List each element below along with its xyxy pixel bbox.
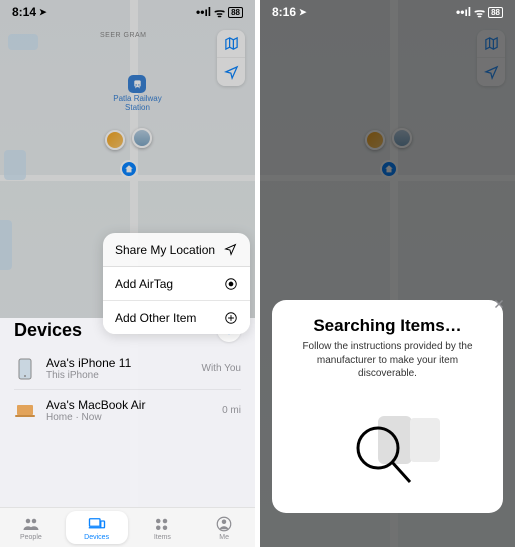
tab-bar: People Devices Items Me	[0, 507, 255, 547]
cellular-icon: ••ıl	[196, 5, 211, 19]
device-name: Ava's MacBook Air	[46, 398, 212, 412]
device-meta: 0 mi	[222, 405, 241, 416]
devices-sheet[interactable]: Devices Ava's iPhone 11 This iPhone With…	[0, 318, 255, 507]
me-icon	[215, 515, 233, 533]
modal-title: Searching Items…	[290, 316, 485, 336]
right-screenshot: 8:16 ➤ ••ıl ᯤ 88 Searching Items… Follow…	[260, 0, 515, 547]
left-screenshot: SEER GRAM Patla Railway Station 8:14 ➤ •…	[0, 0, 255, 547]
magnifying-glass-icon	[352, 422, 416, 491]
items-icon	[153, 515, 171, 533]
close-modal-button[interactable]	[489, 294, 509, 314]
battery-icon: 88	[228, 7, 243, 18]
share-location-label: Share My Location	[115, 243, 215, 257]
macbook-thumb-icon	[14, 400, 36, 422]
status-time: 8:16	[272, 5, 296, 19]
share-location-row[interactable]: Share My Location	[103, 233, 250, 267]
wifi-icon: ᯤ	[214, 4, 225, 21]
device-row-macbook[interactable]: Ava's MacBook Air Home · Now 0 mi	[14, 390, 241, 431]
devices-icon	[88, 515, 106, 533]
tab-people[interactable]: People	[0, 508, 62, 547]
location-icon: ➤	[39, 7, 47, 18]
tab-label: Devices	[84, 534, 109, 541]
device-sub: Home · Now	[46, 412, 212, 423]
add-other-item-row[interactable]: Add Other Item	[103, 301, 250, 334]
add-airtag-label: Add AirTag	[115, 277, 173, 291]
add-airtag-row[interactable]: Add AirTag	[103, 267, 250, 301]
device-name: Ava's iPhone 11	[46, 356, 192, 370]
location-icon: ➤	[299, 7, 307, 18]
tab-me[interactable]: Me	[193, 508, 255, 547]
device-row-iphone[interactable]: Ava's iPhone 11 This iPhone With You	[14, 348, 241, 390]
status-bar: 8:14 ➤ ••ıl ᯤ 88	[0, 0, 255, 24]
devices-title: Devices	[14, 320, 82, 341]
tab-items[interactable]: Items	[132, 508, 194, 547]
airtag-icon	[223, 276, 238, 291]
add-other-item-label: Add Other Item	[115, 311, 196, 325]
tab-devices[interactable]: Devices	[66, 511, 128, 544]
status-bar: 8:16 ➤ ••ıl ᯤ 88	[260, 0, 515, 24]
searching-items-modal: Searching Items… Follow the instructions…	[272, 300, 503, 513]
tab-label: Me	[219, 534, 229, 541]
add-menu-popup: Share My Location Add AirTag Add Other I…	[103, 233, 250, 334]
device-meta: With You	[202, 363, 241, 374]
battery-icon: 88	[488, 7, 503, 18]
people-icon	[22, 515, 40, 533]
tab-label: Items	[154, 534, 171, 541]
modal-description: Follow the instructions provided by the …	[290, 340, 485, 381]
plus-circle-icon	[223, 310, 238, 325]
device-sub: This iPhone	[46, 370, 192, 381]
iphone-thumb-icon	[14, 358, 36, 380]
cellular-icon: ••ıl	[456, 5, 471, 19]
status-time: 8:14	[12, 5, 36, 19]
wifi-icon: ᯤ	[474, 4, 485, 21]
tab-label: People	[20, 534, 42, 541]
modal-illustration	[290, 381, 485, 500]
location-arrow-icon	[223, 242, 238, 257]
